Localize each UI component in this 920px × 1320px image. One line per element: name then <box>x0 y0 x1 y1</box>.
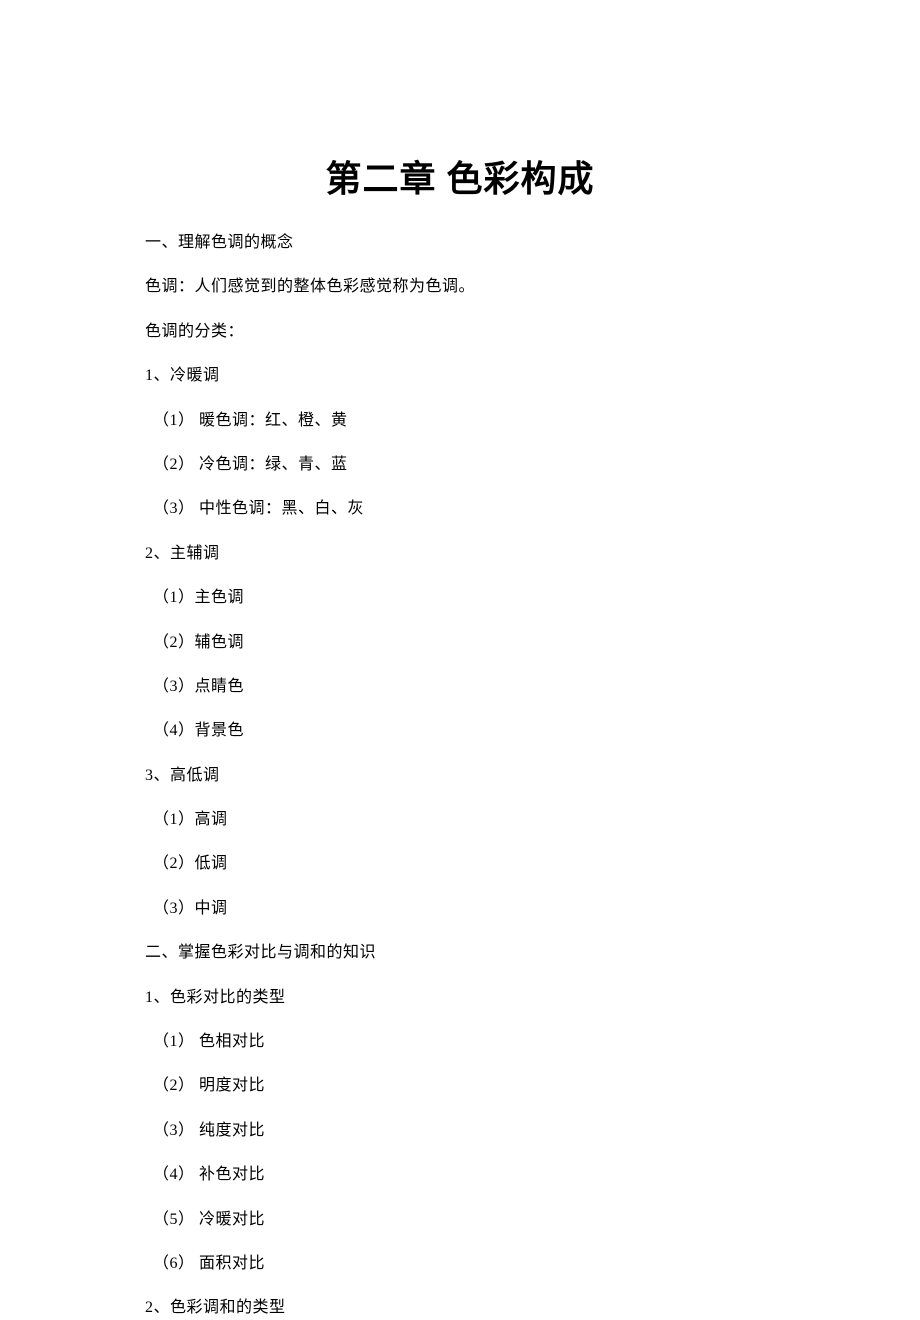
text-line: 二、掌握色彩对比与调和的知识 <box>145 942 775 964</box>
text-line: 3、高低调 <box>145 765 775 787</box>
chapter-title: 第二章 色彩构成 <box>145 150 775 202</box>
text-line: 1、色彩对比的类型 <box>145 987 775 1009</box>
text-line: （3）点睛色 <box>145 676 775 698</box>
text-line: （2） 明度对比 <box>145 1075 775 1097</box>
document-body: 一、理解色调的概念色调：人们感觉到的整体色彩感觉称为色调。色调的分类： 1、冷暖调… <box>145 232 775 1320</box>
text-line: （2）低调 <box>145 853 775 875</box>
text-line: 色调：人们感觉到的整体色彩感觉称为色调。 <box>145 276 775 298</box>
text-line: （1）主色调 <box>145 587 775 609</box>
text-line: （2） 冷色调：绿、青、蓝 <box>145 454 775 476</box>
text-line: （1） 暖色调：红、橙、黄 <box>145 410 775 432</box>
text-line: （6） 面积对比 <box>145 1253 775 1275</box>
text-line: （1） 色相对比 <box>145 1031 775 1053</box>
text-line: （4）背景色 <box>145 720 775 742</box>
text-line: （4） 补色对比 <box>145 1164 775 1186</box>
text-line: （3） 纯度对比 <box>145 1120 775 1142</box>
text-line: （3）中调 <box>145 898 775 920</box>
text-line: （2）辅色调 <box>145 632 775 654</box>
text-line: 2、主辅调 <box>145 543 775 565</box>
text-line: （1）高调 <box>145 809 775 831</box>
text-line: （5） 冷暖对比 <box>145 1209 775 1231</box>
text-line: 一、理解色调的概念 <box>145 232 775 254</box>
text-line: 色调的分类： <box>145 321 775 343</box>
text-line: 2、色彩调和的类型 <box>145 1297 775 1319</box>
text-line: 1、冷暖调 <box>145 365 775 387</box>
text-line: （3） 中性色调：黑、白、灰 <box>145 498 775 520</box>
